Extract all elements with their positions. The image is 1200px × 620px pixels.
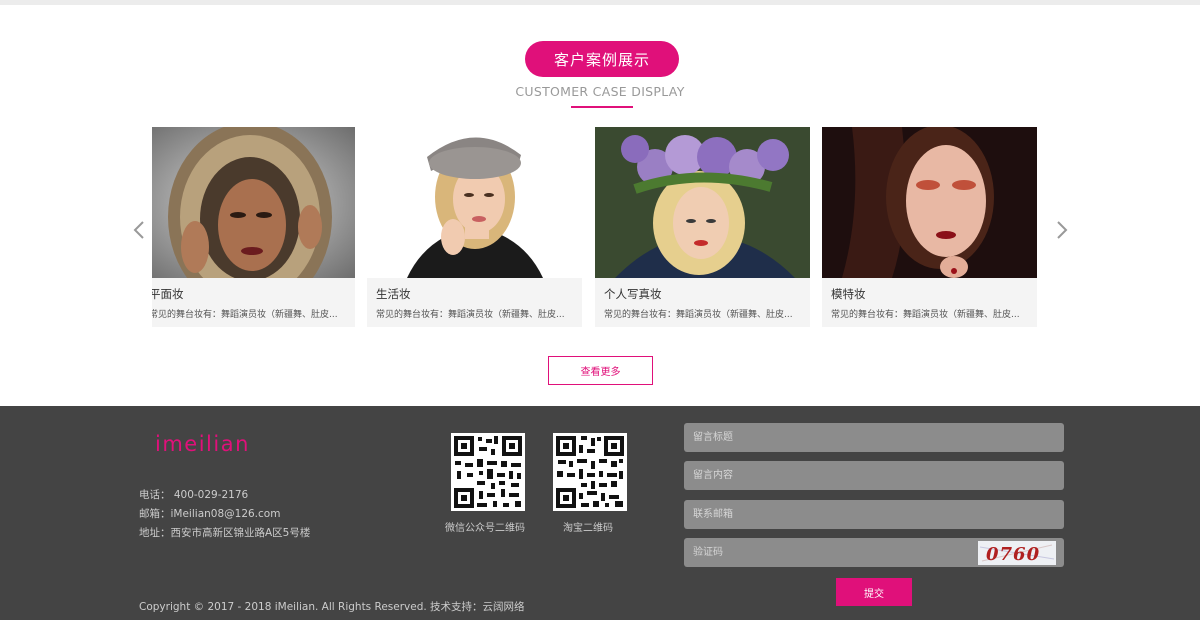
contact-address: 地址：西安市高新区锦业路A区5号楼 (139, 527, 311, 539)
chevron-left-icon (133, 221, 144, 239)
case-desc: 常见的舞台妆有：舞蹈演员妆（新疆舞、肚皮... (376, 310, 565, 320)
captcha-image[interactable]: 0760 (978, 541, 1056, 565)
footer: imeilian 电话： 400-029-2176 邮箱：iMeilian08@… (0, 406, 1200, 620)
taobao-qr-label: 淘宝二维码 (563, 523, 613, 534)
carousel-next-button[interactable] (1054, 218, 1070, 242)
svg-text:0760: 0760 (986, 544, 1040, 565)
contact-phone: 电话： 400-029-2176 (139, 489, 249, 501)
contact-email: 邮箱：iMeilian08@126.com (139, 508, 281, 520)
case-title: 生活妆 (376, 287, 411, 301)
top-divider (0, 0, 1200, 5)
case-title: 个人写真妆 (604, 287, 662, 301)
case-title: 平面妆 (152, 287, 184, 301)
wechat-qr-code (451, 433, 525, 511)
svg-text:imeilian: imeilian (155, 433, 250, 455)
submit-button[interactable]: 提交 (836, 578, 912, 606)
case-photo (822, 127, 1037, 278)
section-title-pill: 客户案例展示 (525, 41, 679, 77)
brand-logo[interactable]: imeilian (155, 432, 290, 459)
case-photo (367, 127, 582, 278)
case-desc: 常见的舞台妆有：舞蹈演员妆（新疆舞、肚皮... (152, 310, 338, 320)
case-photo (595, 127, 810, 278)
message-content-input[interactable] (684, 461, 1064, 490)
taobao-qr-code (553, 433, 627, 511)
case-card[interactable]: 模特妆 常见的舞台妆有：舞蹈演员妆（新疆舞、肚皮... (822, 127, 1037, 327)
carousel-prev-button[interactable] (131, 218, 147, 242)
case-card[interactable]: 平面妆 常见的舞台妆有：舞蹈演员妆（新疆舞、肚皮... (152, 127, 355, 327)
contact-email-input[interactable] (684, 500, 1064, 529)
section-title: 客户案例展示 (553, 50, 650, 69)
case-card[interactable]: 个人写真妆 常见的舞台妆有：舞蹈演员妆（新疆舞、肚皮... (595, 127, 810, 327)
view-more-button[interactable]: 查看更多 (548, 356, 653, 385)
case-card[interactable]: 生活妆 常见的舞台妆有：舞蹈演员妆（新疆舞、肚皮... (367, 127, 582, 327)
case-carousel: 平面妆 常见的舞台妆有：舞蹈演员妆（新疆舞、肚皮... 生活妆 常见的舞台妆有：… (152, 127, 1048, 327)
wechat-qr-label: 微信公众号二维码 (445, 523, 525, 534)
case-desc: 常见的舞台妆有：舞蹈演员妆（新疆舞、肚皮... (604, 310, 793, 320)
case-title: 模特妆 (831, 287, 866, 301)
chevron-right-icon (1057, 221, 1068, 239)
section-subtitle: CUSTOMER CASE DISPLAY (515, 84, 685, 99)
case-desc: 常见的舞台妆有：舞蹈演员妆（新疆舞、肚皮... (831, 310, 1020, 320)
case-photo (152, 127, 355, 278)
section-underline (571, 106, 633, 108)
copyright-text: Copyright © 2017 - 2018 iMeilian. All Ri… (139, 601, 525, 613)
message-title-input[interactable] (684, 423, 1064, 452)
